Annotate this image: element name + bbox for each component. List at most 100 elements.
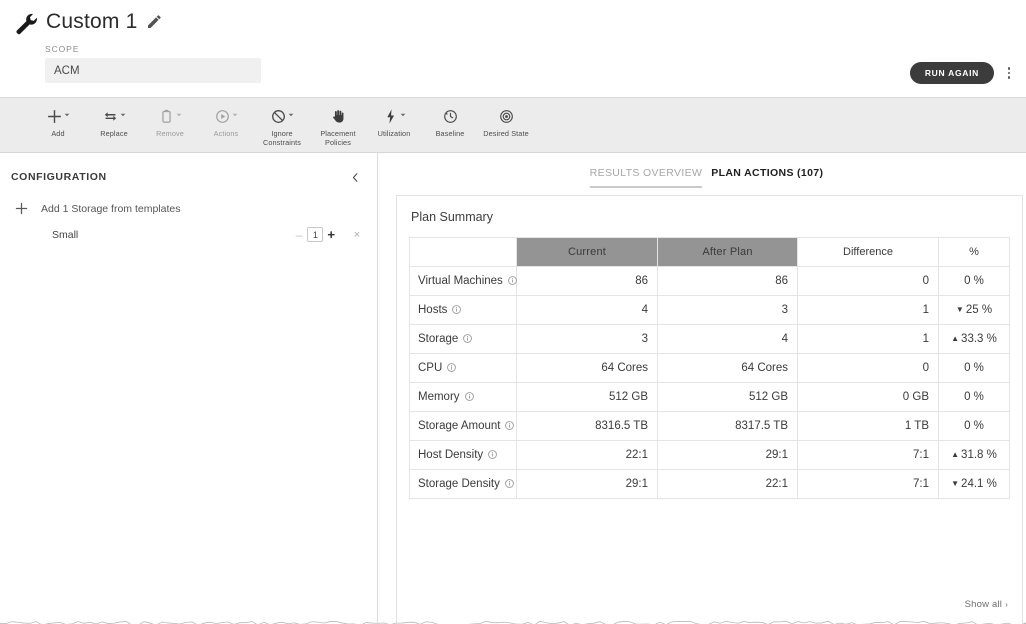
table-row: Virtual Machines868600 % <box>410 267 1010 296</box>
row-label: Memory <box>418 391 460 403</box>
configuration-header: CONFIGURATION <box>0 153 377 185</box>
torn-edge-decoration <box>0 615 1026 624</box>
cell-percent: 0 % <box>939 412 1010 441</box>
row-label-cell: Hosts <box>410 296 517 325</box>
toolbar-icon-wrap <box>442 105 459 125</box>
cell-percent: ▼24.1 % <box>939 470 1010 499</box>
column-header-current: Current <box>517 238 658 267</box>
plus-icon <box>46 108 63 125</box>
toolbar-label: Actions <box>214 129 239 138</box>
toolbar-icon-wrap <box>270 105 294 125</box>
add-storage-label: Add 1 Storage from templates <box>41 203 181 215</box>
trend-up-icon: ▲ <box>951 334 959 343</box>
percent-value: 31.8 % <box>961 449 997 461</box>
row-label: Host Density <box>418 449 483 461</box>
configuration-title: CONFIGURATION <box>11 171 107 183</box>
remove-template-button[interactable]: × <box>347 229 367 241</box>
title-row: Custom 1 <box>0 0 1026 36</box>
stepper-increment-button[interactable]: + <box>327 228 335 241</box>
info-icon[interactable] <box>465 392 474 404</box>
pencil-icon[interactable] <box>146 14 162 30</box>
column-header-blank <box>410 238 517 267</box>
trend-down-icon: ▼ <box>956 305 964 314</box>
stepper-decrement-button[interactable]: – <box>295 229 304 241</box>
info-icon[interactable] <box>463 334 472 346</box>
cell-difference: 1 <box>798 296 939 325</box>
column-header-after-plan: After Plan <box>658 238 798 267</box>
percent-value: 0 % <box>964 275 984 287</box>
cell-after: 512 GB <box>658 383 798 412</box>
row-label-cell: CPU <box>410 354 517 383</box>
table-header-row: Current After Plan Difference % <box>410 238 1010 267</box>
tab-plan-actions[interactable]: PLAN ACTIONS (107) <box>711 167 823 188</box>
info-icon[interactable] <box>452 305 461 317</box>
header-actions: RUN AGAIN <box>910 62 1018 84</box>
template-list-item: Small – 1 + × <box>0 216 377 242</box>
toolbar-item-actions[interactable]: Actions <box>198 98 254 138</box>
table-row: Storage Amount8316.5 TB8317.5 TB1 TB0 % <box>410 412 1010 441</box>
scope-input[interactable]: ACM <box>45 58 261 83</box>
row-label: Storage Density <box>418 478 500 490</box>
cell-current: 512 GB <box>517 383 658 412</box>
cell-percent: 0 % <box>939 267 1010 296</box>
show-all-link[interactable]: Show all› <box>965 599 1008 610</box>
toolbar-item-utilization[interactable]: Utilization <box>366 98 422 138</box>
no-entry-icon <box>270 108 287 125</box>
toolbar-item-add[interactable]: Add <box>30 98 86 138</box>
toolbar-item-desired-state[interactable]: Desired State <box>478 98 534 138</box>
cell-after: 29:1 <box>658 441 798 470</box>
toolbar-item-baseline[interactable]: Baseline <box>422 98 478 138</box>
cell-percent: ▼25 % <box>939 296 1010 325</box>
toolbar-label: Add <box>51 129 64 138</box>
toolbar-label: Replace <box>100 129 127 138</box>
toolbar-item-remove[interactable]: Remove <box>142 98 198 138</box>
cell-current: 64 Cores <box>517 354 658 383</box>
plan-summary-title: Plan Summary <box>411 210 1010 224</box>
hand-icon <box>330 108 347 125</box>
trend-down-icon: ▼ <box>951 479 959 488</box>
toolbar-item-placement-policies[interactable]: Placement Policies <box>310 98 366 147</box>
toolbar-label: Remove <box>156 129 184 138</box>
play-circle-icon <box>214 108 231 125</box>
stepper-value[interactable]: 1 <box>307 227 323 242</box>
chevron-down-icon <box>288 105 294 123</box>
template-name: Small <box>52 229 295 241</box>
row-label-cell: Memory <box>410 383 517 412</box>
row-label-cell: Host Density <box>410 441 517 470</box>
cell-percent: ▲31.8 % <box>939 441 1010 470</box>
page-title: Custom 1 <box>46 10 137 34</box>
cell-current: 4 <box>517 296 658 325</box>
info-icon[interactable] <box>447 363 456 375</box>
percent-value: 33.3 % <box>961 333 997 345</box>
percent-value: 0 % <box>964 391 984 403</box>
more-vertical-icon[interactable] <box>1000 62 1018 84</box>
table-body: Virtual Machines868600 %Hosts43 1▼25 % Sto… <box>410 267 1010 499</box>
info-icon[interactable] <box>505 479 514 491</box>
cell-after: 8317.5 TB <box>658 412 798 441</box>
cell-current: 3 <box>517 325 658 354</box>
info-icon[interactable] <box>505 421 514 433</box>
chevron-left-icon[interactable] <box>347 169 363 185</box>
trend-up-icon: ▲ <box>951 450 959 459</box>
chevron-down-icon <box>64 105 70 123</box>
table-row: Storage341▲33.3 % <box>410 325 1010 354</box>
info-icon[interactable] <box>488 450 497 462</box>
toolbar-item-replace[interactable]: Replace <box>86 98 142 138</box>
plus-icon <box>14 201 29 216</box>
quantity-stepper: – 1 + <box>295 227 335 242</box>
run-again-button[interactable]: RUN AGAIN <box>910 62 994 84</box>
table-head: Current After Plan Difference % <box>410 238 1010 267</box>
table-row: Memory512 GB512 GB0 GB0 % <box>410 383 1010 412</box>
cell-percent: 0 % <box>939 354 1010 383</box>
toolbar-item-ignore-constraints[interactable]: Ignore Constraints <box>254 98 310 147</box>
trash-icon <box>158 108 175 125</box>
configuration-sidebar: CONFIGURATION Add 1 Storage from templat… <box>0 153 378 623</box>
chevron-right-icon: › <box>1005 600 1008 609</box>
add-storage-from-templates-row[interactable]: Add 1 Storage from templates <box>0 185 377 216</box>
tab-results-overview[interactable]: RESULTS OVERVIEW <box>590 167 703 188</box>
toolbar-label: Baseline <box>436 129 465 138</box>
info-icon[interactable] <box>508 276 517 288</box>
cell-after: 64 Cores <box>658 354 798 383</box>
chevron-down-icon <box>176 105 182 123</box>
target-icon <box>498 108 515 125</box>
